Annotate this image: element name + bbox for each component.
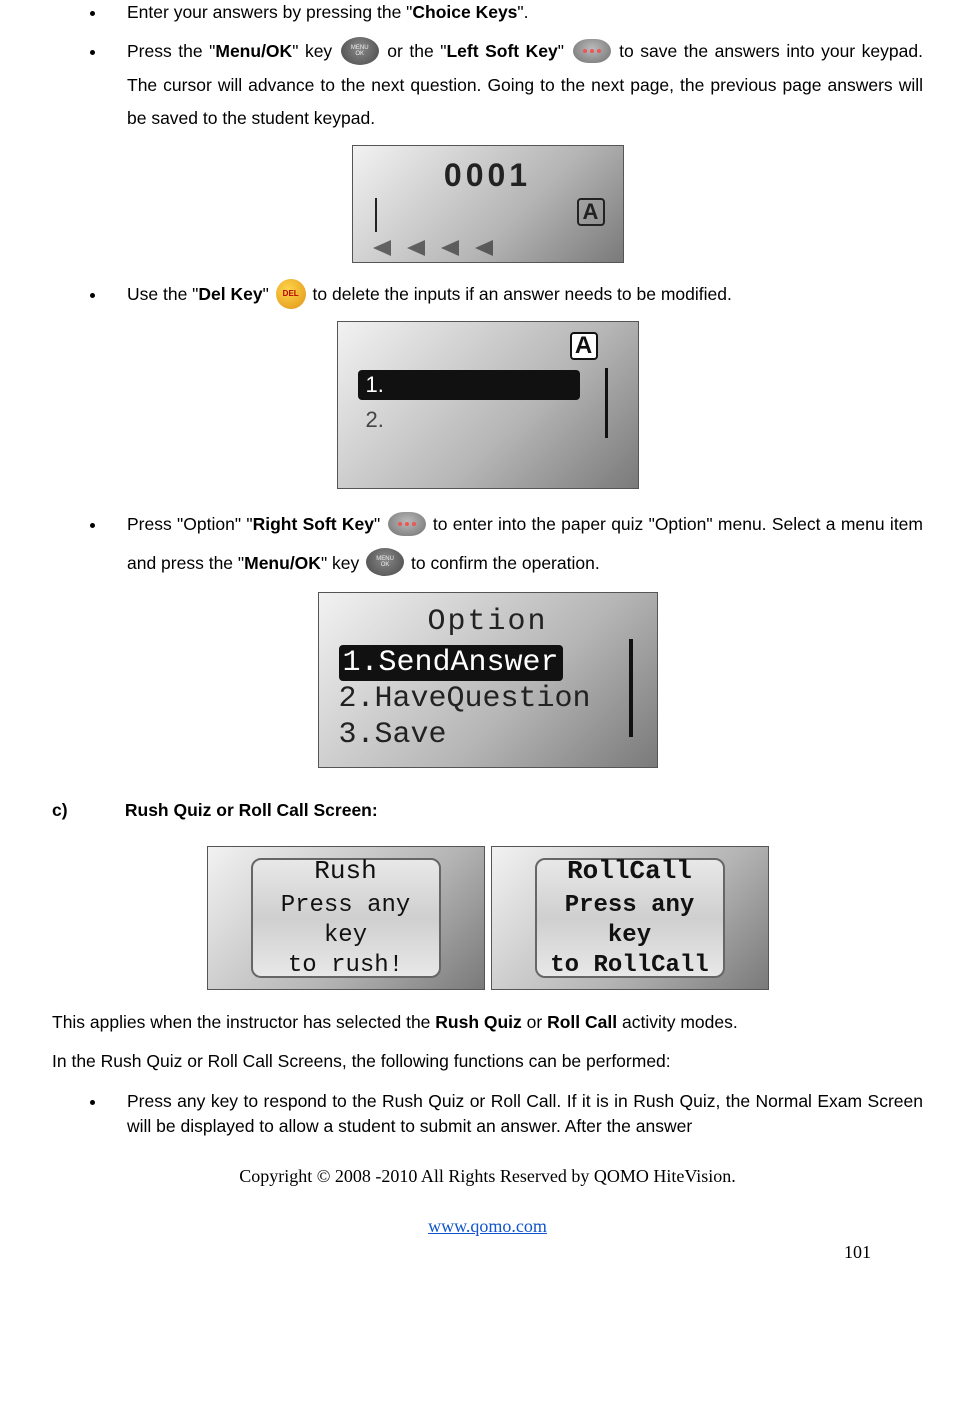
cursor-icon — [629, 639, 633, 737]
bullet-del-key: Use the "Del Key" DEL to delete the inpu… — [107, 278, 923, 311]
menu-ok-key-icon: MENU OK — [366, 548, 404, 576]
footer-copyright: Copyright © 2008 -2010 All Rights Reserv… — [52, 1163, 923, 1189]
cursor-icon — [375, 198, 377, 232]
rush-applies-paragraph: This applies when the instructor has sel… — [52, 1010, 923, 1035]
menu-ok-key-icon: MENU OK — [341, 37, 379, 65]
option-2: 2.HaveQuestion — [319, 681, 657, 717]
footer-url-link[interactable]: www.qomo.com — [428, 1216, 547, 1236]
bullet-menu-ok: Press the "Menu/OK" key MENU OK or the "… — [107, 35, 923, 135]
bullet-option-menu: Press "Option" "Right Soft Key" to enter… — [107, 505, 923, 582]
rush-screen: Rush Press any key to rush! — [207, 846, 485, 990]
option-1-selected: 1.SendAnswer — [339, 645, 563, 681]
mode-indicator: A — [570, 332, 598, 360]
rollcall-screen: RollCall Press any key to RollCall — [491, 846, 769, 990]
screen1-number: 0001 — [353, 146, 623, 198]
arrow-icons — [373, 240, 493, 256]
page-number: 101 — [844, 1239, 871, 1265]
rush-functions-intro: In the Rush Quiz or Roll Call Screens, t… — [52, 1049, 923, 1074]
bullet-press-any-key: Press any key to respond to the Rush Qui… — [107, 1089, 923, 1140]
keypad-screen-option: Option 1.SendAnswer 2.HaveQuestion 3.Sav… — [52, 592, 923, 768]
del-key-icon: DEL — [276, 279, 306, 309]
option-title: Option — [319, 593, 657, 645]
keypad-screen-answerlist: A 1. 2. — [52, 321, 923, 489]
section-c-heading: c) Rush Quiz or Roll Call Screen: — [52, 798, 923, 823]
answer-row-2: 2. — [366, 404, 384, 436]
mode-indicator: A — [577, 198, 605, 226]
answer-row-1: 1. — [358, 370, 580, 400]
keypad-screen-0001: 0001 A — [52, 145, 923, 263]
cursor-icon — [605, 368, 608, 438]
option-3: 3.Save — [319, 717, 657, 753]
bullet-choice-keys: Enter your answers by pressing the "Choi… — [107, 0, 923, 25]
right-soft-key-icon — [388, 512, 426, 536]
left-soft-key-icon — [573, 39, 611, 63]
